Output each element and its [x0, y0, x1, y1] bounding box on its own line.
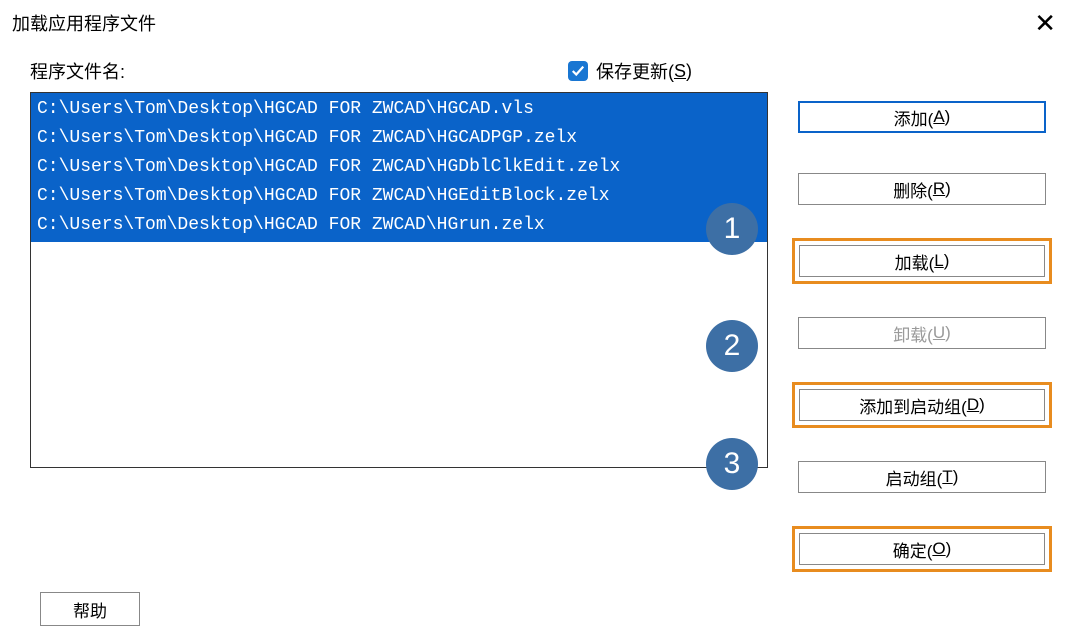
title-bar: 加载应用程序文件 ✕	[0, 0, 1076, 46]
save-update-checkbox[interactable]: 保存更新(S)	[568, 58, 692, 84]
checkbox-checked-icon	[568, 61, 588, 81]
file-listbox[interactable]: C:\Users\Tom\Desktop\HGCAD FOR ZWCAD\HGC…	[30, 92, 768, 468]
delete-button[interactable]: 删除(R)	[798, 173, 1046, 205]
close-icon[interactable]: ✕	[1030, 10, 1060, 36]
highlight-addgroup: 添加到启动组(D)	[792, 382, 1052, 428]
checkbox-label-pre: 保存更新(	[596, 58, 674, 84]
checkbox-hotkey: S	[674, 61, 686, 82]
annotation-badge-2: 2	[706, 320, 758, 372]
checkbox-label-post: )	[686, 61, 692, 82]
help-button[interactable]: 帮助	[40, 592, 140, 626]
add-button[interactable]: 添加(A)	[798, 101, 1046, 133]
highlight-load: 加载(L)	[792, 238, 1052, 284]
load-button[interactable]: 加载(L)	[799, 245, 1045, 277]
window-title: 加载应用程序文件	[12, 10, 156, 36]
annotation-badge-1: 1	[706, 203, 758, 255]
add-to-startup-group-button[interactable]: 添加到启动组(D)	[799, 389, 1045, 421]
list-item[interactable]: C:\Users\Tom\Desktop\HGCAD FOR ZWCAD\HGE…	[37, 182, 761, 211]
highlight-ok: 确定(O)	[792, 526, 1052, 572]
list-item[interactable]: C:\Users\Tom\Desktop\HGCAD FOR ZWCAD\HGr…	[37, 211, 761, 240]
list-item[interactable]: C:\Users\Tom\Desktop\HGCAD FOR ZWCAD\HGD…	[37, 153, 761, 182]
list-item[interactable]: C:\Users\Tom\Desktop\HGCAD FOR ZWCAD\HGC…	[37, 124, 761, 153]
unload-button: 卸载(U)	[798, 317, 1046, 349]
list-item[interactable]: C:\Users\Tom\Desktop\HGCAD FOR ZWCAD\HGC…	[37, 95, 761, 124]
file-list-label: 程序文件名:	[30, 58, 568, 84]
startup-group-button[interactable]: 启动组(T)	[798, 461, 1046, 493]
annotation-badge-3: 3	[706, 438, 758, 490]
ok-button[interactable]: 确定(O)	[799, 533, 1045, 565]
